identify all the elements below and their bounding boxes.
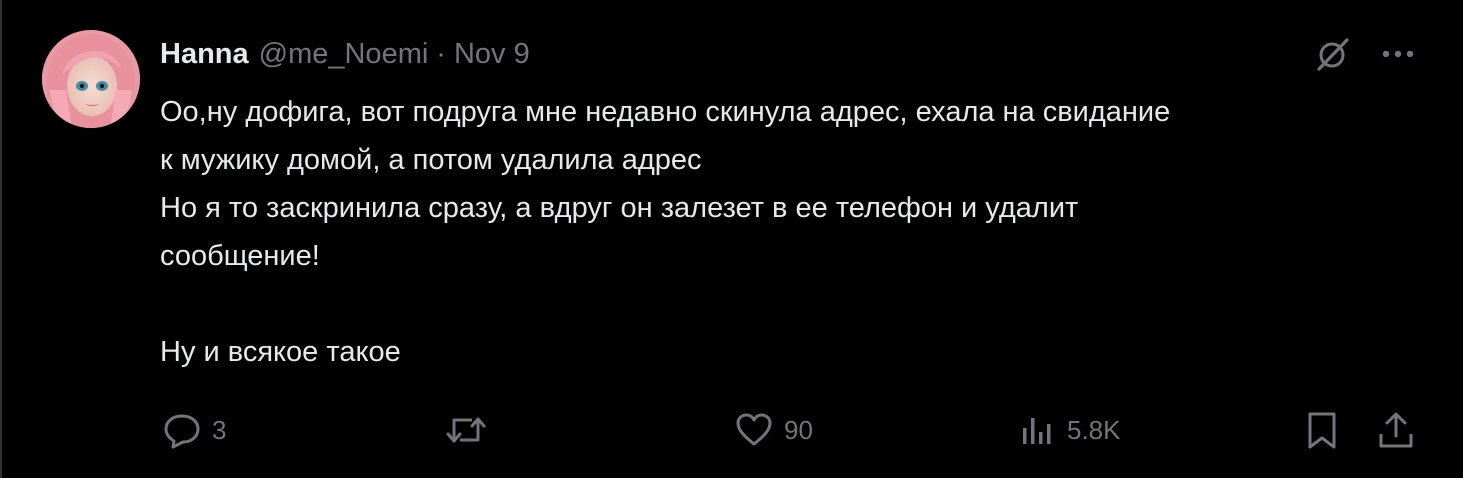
tweet-line: Ну и всякое такое <box>160 336 401 368</box>
share-button[interactable] <box>1376 408 1416 452</box>
tweet-header: Hanna @me_Noemi · Nov 9 <box>160 34 530 74</box>
tweet-action-bar: 3 90 5.8K <box>162 408 1422 452</box>
more-dots-icon[interactable] <box>1381 49 1415 59</box>
heart-icon <box>736 413 772 446</box>
repost-button[interactable] <box>444 408 498 452</box>
avatar[interactable] <box>42 30 140 128</box>
like-count: 90 <box>784 414 813 445</box>
reply-button[interactable]: 3 <box>162 408 226 452</box>
header-actions <box>1315 36 1415 72</box>
bar-chart-icon <box>1023 418 1051 444</box>
bookmark-icon <box>1308 412 1336 449</box>
tweet-line: к мужику домой, а потом удалила адрес <box>160 144 702 176</box>
avatar-image <box>42 30 140 128</box>
tweet-line: Но я то заскринила сразу, а вдруг он зал… <box>160 192 1079 224</box>
grok-icon[interactable] <box>1315 36 1351 72</box>
views-button[interactable]: 5.8K <box>1017 408 1121 452</box>
author-display-name[interactable]: Hanna <box>160 38 249 71</box>
share-upload-icon <box>1379 412 1413 448</box>
tweet-date[interactable]: Nov 9 <box>454 38 530 71</box>
reply-bubble-icon <box>164 414 200 449</box>
tweet-card[interactable]: Hanna @me_Noemi · Nov 9 Оо,ну дофига, во… <box>0 0 1463 478</box>
repost-arrows-icon <box>446 417 486 443</box>
tweet-line: сообщение! <box>160 240 320 272</box>
reply-count: 3 <box>212 414 227 445</box>
separator-dot: · <box>436 37 446 70</box>
tweet-body: Оо,ну дофига, вот подруга мне недавно ск… <box>160 88 1410 376</box>
author-handle[interactable]: @me_Noemi <box>259 38 429 71</box>
tweet-line: Оо,ну дофига, вот подруга мне недавно ск… <box>160 96 1171 128</box>
bookmark-button[interactable] <box>1302 408 1342 452</box>
like-button[interactable]: 90 <box>734 408 813 452</box>
view-count: 5.8K <box>1067 414 1121 445</box>
